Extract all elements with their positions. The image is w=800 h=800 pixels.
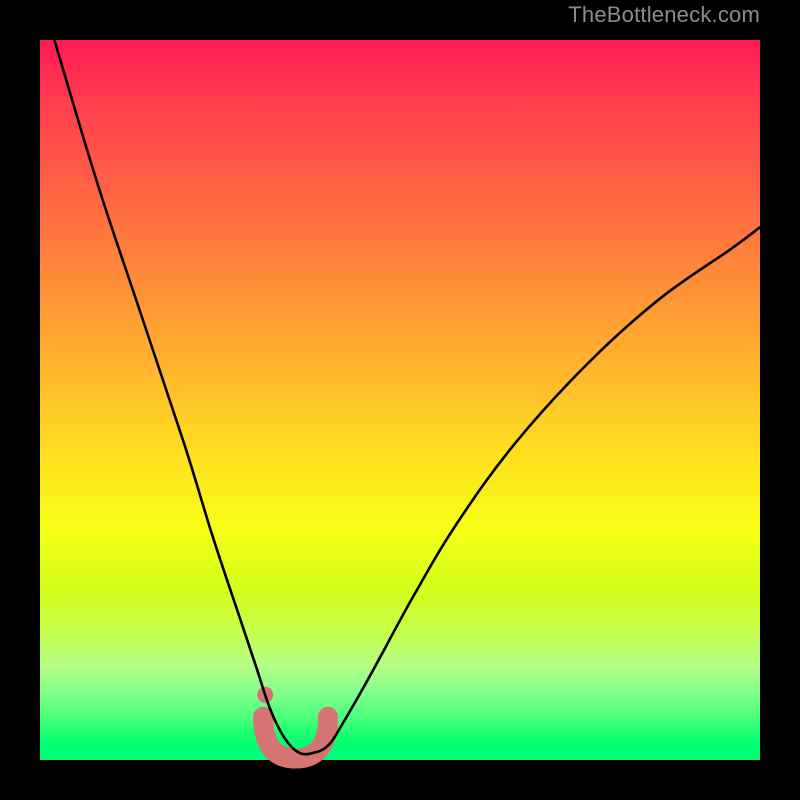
watermark-region: TheBottleneck.com	[40, 0, 760, 40]
chart-svg	[40, 40, 760, 760]
watermark-text: TheBottleneck.com	[568, 0, 760, 28]
chart-frame: TheBottleneck.com	[0, 0, 800, 800]
bottleneck-curve	[54, 40, 760, 754]
